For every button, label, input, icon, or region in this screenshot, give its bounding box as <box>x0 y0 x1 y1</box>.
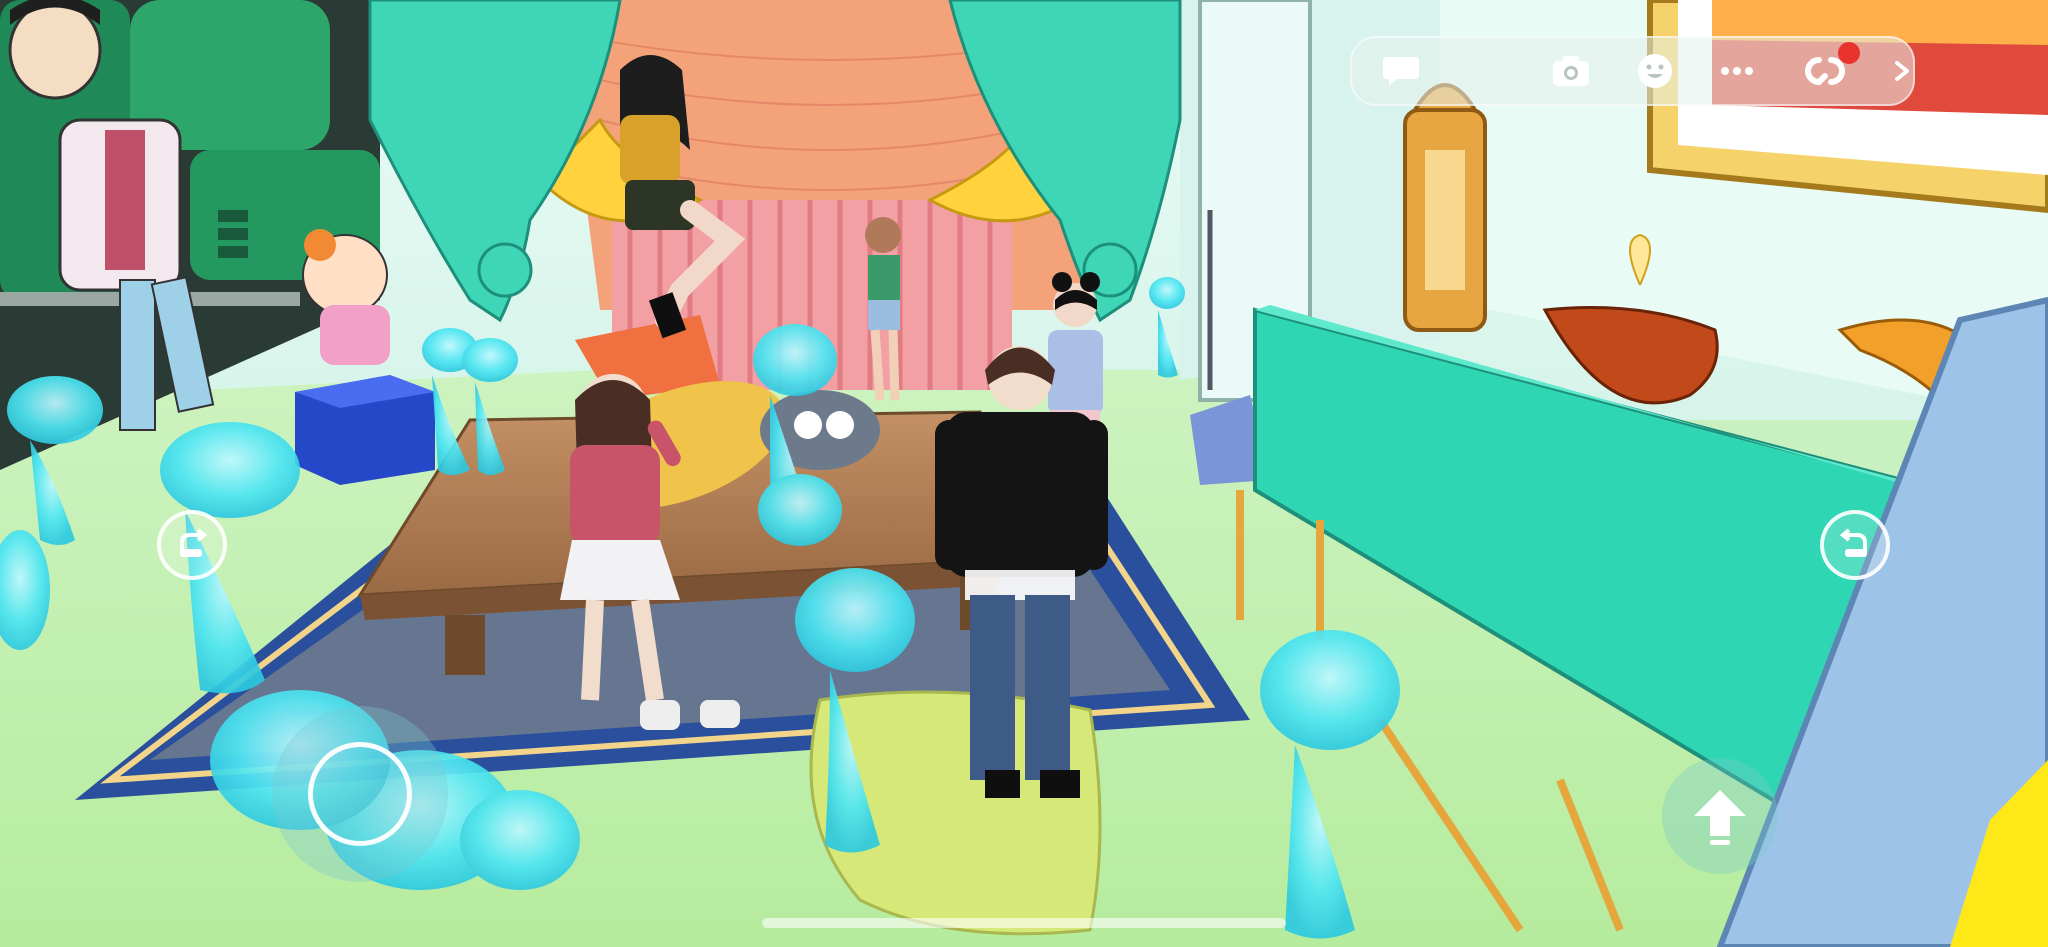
camera-icon[interactable] <box>1546 46 1596 96</box>
jump-button[interactable] <box>1662 758 1778 874</box>
chat-icon[interactable] <box>1376 46 1426 96</box>
rotate-camera-icon <box>1839 528 1867 557</box>
rotate-camera-left-button[interactable] <box>157 510 227 580</box>
joystick-icon[interactable] <box>308 742 412 846</box>
home-indicator[interactable] <box>762 918 1286 928</box>
expand-icon[interactable] <box>1890 46 1914 96</box>
notification-badge <box>1838 42 1860 64</box>
emote-icon[interactable] <box>1630 46 1680 96</box>
rotate-camera-right-button[interactable] <box>1820 510 1890 580</box>
rotate-camera-icon <box>180 528 208 557</box>
jump-arrow-icon <box>1694 790 1746 845</box>
more-icon[interactable] <box>1712 46 1762 96</box>
